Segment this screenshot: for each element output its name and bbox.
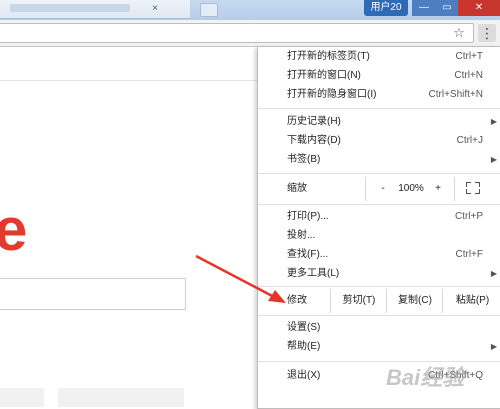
tab-close-icon[interactable]: × <box>150 4 160 14</box>
menu-item-shortcut: Ctrl+J <box>456 135 483 146</box>
menu-separator <box>258 361 500 362</box>
menu-item-label: 帮助(E) <box>287 341 321 352</box>
address-bar[interactable]: ☆ <box>0 23 474 43</box>
minimize-button[interactable]: — <box>412 0 436 16</box>
zoom-level: 100% <box>398 183 424 194</box>
menu-item-settings[interactable]: 设置(S) <box>258 320 500 336</box>
maximize-button[interactable]: ▭ <box>436 0 458 16</box>
submenu-arrow-icon: ▶ <box>490 269 497 278</box>
submenu-arrow-icon: ▶ <box>490 117 497 126</box>
menu-separator <box>258 108 500 109</box>
tab-title-placeholder <box>10 4 130 12</box>
menu-item-downloads[interactable]: 下载内容(D) Ctrl+J <box>258 133 500 149</box>
menu-item-history[interactable]: 历史记录(H) ▶ <box>258 114 500 130</box>
menu-item-label: 设置(S) <box>287 322 321 333</box>
search-logo-fragment: e <box>0 196 28 263</box>
close-window-button[interactable]: ✕ <box>458 0 500 16</box>
zoom-out-button[interactable]: - <box>378 181 388 197</box>
edit-label: 修改 <box>287 295 307 306</box>
menu-item-label: 打开新的标签页(T) <box>287 51 370 62</box>
zoom-controls: - 100% + <box>365 177 455 201</box>
menu-item-shortcut: Ctrl+Shift+N <box>428 89 483 100</box>
search-input[interactable] <box>0 278 186 310</box>
menu-item-label: 下载内容(D) <box>287 135 341 146</box>
browser-toolbar: ☆ ⋮ <box>0 20 500 47</box>
fullscreen-icon[interactable] <box>466 182 480 194</box>
submenu-arrow-icon: ▶ <box>490 342 497 351</box>
copy-button[interactable]: 复制(C) <box>386 289 443 313</box>
menu-item-new-window[interactable]: 打开新的窗口(N) Ctrl+N <box>258 68 500 84</box>
menu-separator <box>258 286 500 287</box>
chrome-main-menu: 打开新的标签页(T) Ctrl+T 打开新的窗口(N) Ctrl+N 打开新的隐… <box>257 46 500 409</box>
menu-item-shortcut: Ctrl+F <box>455 249 484 260</box>
user-profile-button[interactable]: 用户20 <box>364 0 408 16</box>
menu-item-label: 查找(F)... <box>287 249 329 260</box>
menu-item-cast[interactable]: 投射... <box>258 228 500 244</box>
shortcut-tile[interactable] <box>58 388 184 407</box>
menu-row-edit: 修改 剪切(T) 复制(C) 粘贴(P) <box>258 288 500 314</box>
menu-item-label: 历史记录(H) <box>287 116 341 127</box>
menu-separator <box>258 315 500 316</box>
menu-item-more-tools[interactable]: 更多工具(L) ▶ <box>258 266 500 282</box>
paste-button[interactable]: 粘贴(P) <box>442 289 500 313</box>
menu-item-label: 更多工具(L) <box>287 268 340 279</box>
new-tab-button[interactable] <box>200 3 218 17</box>
submenu-arrow-icon: ▶ <box>490 155 497 164</box>
menu-item-label: 打开新的隐身窗口(I) <box>287 89 377 100</box>
menu-item-label: 书签(B) <box>287 154 321 165</box>
menu-item-help[interactable]: 帮助(E) ▶ <box>258 339 500 355</box>
shortcut-tile[interactable] <box>0 388 44 407</box>
menu-item-label: 打印(P)... <box>287 211 329 222</box>
menu-separator <box>258 204 500 205</box>
menu-item-label: 打开新的窗口(N) <box>287 70 361 81</box>
menu-item-shortcut: Ctrl+T <box>455 51 484 62</box>
baidu-jingyan-watermark: Bai经验 <box>386 365 465 390</box>
menu-item-find[interactable]: 查找(F)... Ctrl+F <box>258 247 500 263</box>
menu-separator <box>258 173 500 174</box>
chrome-menu-button[interactable]: ⋮ <box>478 24 496 42</box>
title-bar: × 用户20 — ▭ ✕ <box>0 0 500 20</box>
menu-item-print[interactable]: 打印(P)... Ctrl+P <box>258 209 500 225</box>
zoom-label: 缩放 <box>287 183 307 194</box>
page-header-divider <box>0 80 260 81</box>
menu-row-zoom: 缩放 - 100% + <box>258 176 500 202</box>
menu-item-new-tab[interactable]: 打开新的标签页(T) Ctrl+T <box>258 49 500 65</box>
browser-tab[interactable]: × <box>0 0 190 19</box>
menu-item-shortcut: Ctrl+N <box>454 70 483 81</box>
zoom-in-button[interactable]: + <box>432 181 444 197</box>
menu-item-label: 退出(X) <box>287 370 321 381</box>
menu-item-shortcut: Ctrl+P <box>454 211 483 222</box>
menu-item-new-incognito[interactable]: 打开新的隐身窗口(I) Ctrl+Shift+N <box>258 87 500 103</box>
menu-item-label: 投射... <box>287 230 316 241</box>
bookmark-star-icon[interactable]: ☆ <box>451 26 467 40</box>
cut-button[interactable]: 剪切(T) <box>330 289 387 313</box>
menu-item-bookmarks[interactable]: 书签(B) ▶ <box>258 152 500 168</box>
